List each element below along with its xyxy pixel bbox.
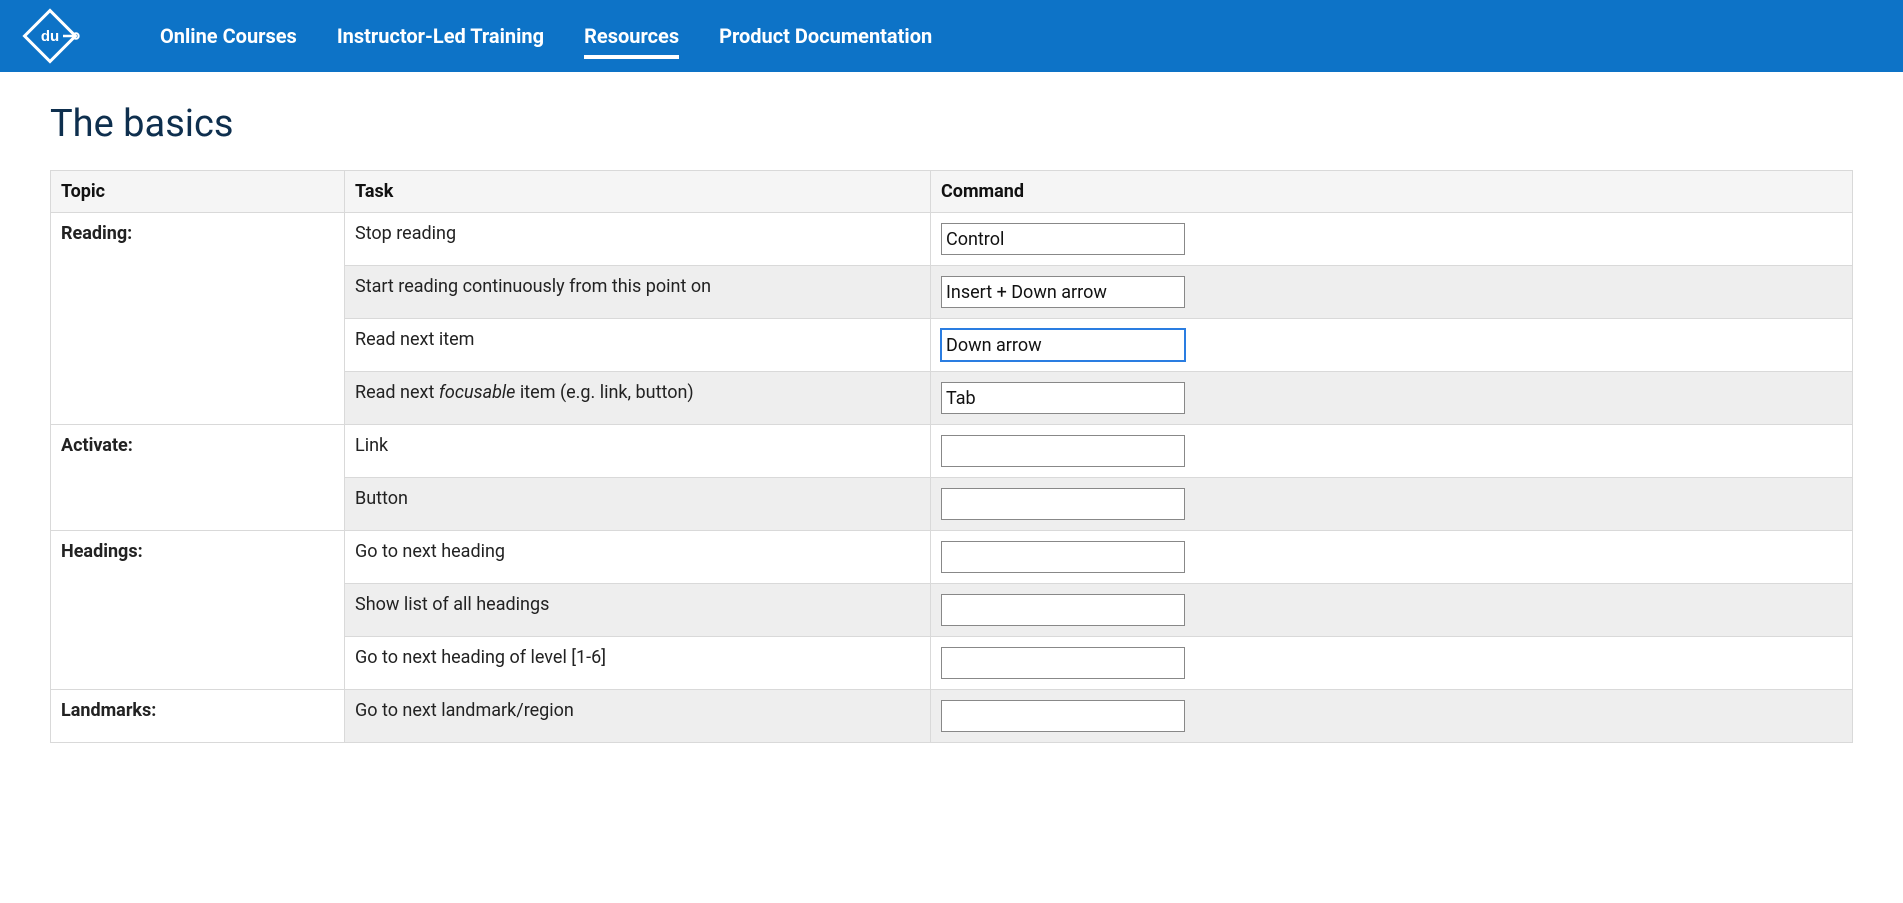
du-logo-icon: du: [20, 6, 80, 66]
task-cell: Read next item: [345, 319, 931, 372]
command-input[interactable]: [941, 541, 1185, 573]
logo[interactable]: du: [20, 6, 80, 66]
command-cell: [931, 266, 1853, 319]
th-task: Task: [345, 171, 931, 213]
topic-cell: Landmarks:: [51, 690, 345, 743]
command-input[interactable]: [941, 488, 1185, 520]
command-cell: [931, 478, 1853, 531]
nav-link-online-courses[interactable]: Online Courses: [160, 2, 297, 70]
task-cell: Start reading continuously from this poi…: [345, 266, 931, 319]
command-input[interactable]: [941, 382, 1185, 414]
command-input[interactable]: [941, 435, 1185, 467]
task-cell: Link: [345, 425, 931, 478]
navbar: du Online Courses Instructor-Led Training…: [0, 0, 1903, 72]
command-cell: [931, 531, 1853, 584]
basics-table: Topic Task Command Reading:Stop readingS…: [50, 170, 1853, 743]
command-cell: [931, 213, 1853, 266]
task-cell: Go to next landmark/region: [345, 690, 931, 743]
command-cell: [931, 584, 1853, 637]
command-cell: [931, 319, 1853, 372]
topic-cell: Headings:: [51, 531, 345, 690]
task-cell: Read next focusable item (e.g. link, but…: [345, 372, 931, 425]
th-command: Command: [931, 171, 1853, 213]
task-cell: Button: [345, 478, 931, 531]
command-cell: [931, 372, 1853, 425]
nav-links: Online Courses Instructor-Led Training Res…: [160, 2, 932, 70]
svg-text:du: du: [41, 28, 59, 45]
command-cell: [931, 425, 1853, 478]
command-input[interactable]: [941, 276, 1185, 308]
command-cell: [931, 690, 1853, 743]
page-title: The basics: [50, 102, 1853, 146]
command-input[interactable]: [941, 700, 1185, 732]
th-topic: Topic: [51, 171, 345, 213]
task-cell: Go to next heading of level [1-6]: [345, 637, 931, 690]
table-row: Reading:Stop reading: [51, 213, 1853, 266]
topic-cell: Activate:: [51, 425, 345, 531]
command-input[interactable]: [941, 223, 1185, 255]
task-cell: Show list of all headings: [345, 584, 931, 637]
task-cell: Stop reading: [345, 213, 931, 266]
topic-cell: Reading:: [51, 213, 345, 425]
task-cell: Go to next heading: [345, 531, 931, 584]
table-row: Activate:Link: [51, 425, 1853, 478]
nav-link-instructor-led-training[interactable]: Instructor-Led Training: [337, 2, 544, 70]
content: The basics Topic Task Command Reading:St…: [0, 72, 1903, 773]
command-input[interactable]: [941, 594, 1185, 626]
command-input[interactable]: [941, 329, 1185, 361]
nav-link-product-documentation[interactable]: Product Documentation: [719, 2, 932, 70]
command-input[interactable]: [941, 647, 1185, 679]
nav-link-resources[interactable]: Resources: [584, 2, 679, 70]
table-row: Landmarks:Go to next landmark/region: [51, 690, 1853, 743]
table-header-row: Topic Task Command: [51, 171, 1853, 213]
command-cell: [931, 637, 1853, 690]
table-row: Headings:Go to next heading: [51, 531, 1853, 584]
